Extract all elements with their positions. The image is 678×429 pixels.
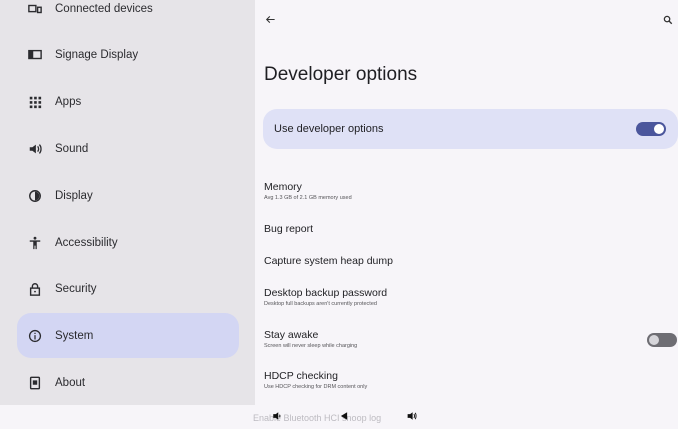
setting-desktop-backup-password[interactable]: Desktop backup password Desktop full bac…: [264, 287, 644, 307]
lock-icon: [27, 281, 43, 297]
sidebar-item-signage-display[interactable]: Signage Display: [17, 32, 239, 77]
sidebar-item-label: Display: [55, 189, 93, 202]
back-button[interactable]: [261, 12, 279, 30]
setting-title: Capture system heap dump: [264, 255, 393, 267]
setting-bug-report[interactable]: Bug report: [264, 223, 644, 235]
volume-down-icon: [272, 408, 282, 426]
setting-summary: Use HDCP checking for DRM content only: [264, 384, 368, 390]
devices-icon: [27, 1, 43, 17]
settings-sidebar: Connected devices Signage Display Apps S…: [0, 0, 255, 405]
sidebar-item-sound[interactable]: Sound: [17, 126, 239, 171]
setting-summary: Desktop full backups aren't currently pr…: [264, 301, 377, 307]
sidebar-item-system[interactable]: System: [17, 313, 239, 358]
switch-knob: [654, 124, 664, 134]
developer-options-panel: Developer options Use developer options …: [255, 0, 678, 405]
setting-title: Stay awake: [264, 329, 319, 341]
sidebar-item-apps[interactable]: Apps: [17, 79, 239, 124]
display-monitor-icon: [27, 47, 43, 63]
setting-capture-heap-dump[interactable]: Capture system heap dump: [264, 255, 644, 267]
sidebar-item-label: Accessibility: [55, 236, 118, 249]
page-title: Developer options: [264, 64, 418, 85]
switch-knob: [649, 335, 659, 345]
sidebar-item-label: About: [55, 376, 86, 389]
setting-title: HDCP checking: [264, 370, 338, 382]
volume-down-button[interactable]: [272, 412, 282, 422]
sidebar-item-label: Signage Display: [55, 48, 139, 61]
back-triangle-icon: [339, 408, 349, 426]
arrow-left-icon: [265, 12, 276, 30]
setting-title: Bug report: [264, 223, 314, 235]
tablet-icon: [27, 375, 43, 391]
search-icon: [663, 12, 673, 30]
setting-stay-awake[interactable]: Stay awake Screen will never sleep while…: [264, 329, 644, 349]
info-icon: [27, 328, 43, 344]
sidebar-item-display[interactable]: Display: [17, 173, 239, 218]
sidebar-item-label: Apps: [55, 95, 82, 108]
developer-options-switch[interactable]: [636, 122, 666, 136]
volume-up-icon: [407, 408, 417, 426]
sidebar-item-label: Connected devices: [55, 2, 153, 15]
setting-title: Memory: [264, 181, 302, 193]
system-navigation-bar: Enable Bluetooth HCI snoop log: [0, 405, 678, 429]
brightness-icon: [27, 188, 43, 204]
back-nav-button[interactable]: [339, 412, 349, 422]
sidebar-item-connected-devices[interactable]: Connected devices: [17, 0, 239, 31]
setting-title: Desktop backup password: [264, 287, 388, 299]
sidebar-item-security[interactable]: Security: [17, 266, 239, 311]
setting-hdcp-checking[interactable]: HDCP checking Use HDCP checking for DRM …: [264, 370, 644, 390]
sidebar-item-about[interactable]: About: [17, 360, 239, 405]
accessibility-icon: [27, 235, 43, 251]
stay-awake-switch[interactable]: [647, 333, 677, 347]
volume-up-button[interactable]: [407, 412, 417, 422]
sidebar-item-accessibility[interactable]: Accessibility: [17, 220, 239, 265]
apps-grid-icon: [27, 94, 43, 110]
setting-summary: Screen will never sleep while charging: [264, 343, 358, 349]
setting-memory[interactable]: Memory Avg 1.3 GB of 2.1 GB memory used: [264, 181, 644, 201]
master-toggle-label: Use developer options: [274, 123, 384, 135]
sidebar-item-label: Security: [55, 282, 97, 295]
setting-summary: Avg 1.3 GB of 2.1 GB memory used: [264, 195, 352, 201]
speaker-icon: [27, 141, 43, 157]
sidebar-item-label: System: [55, 329, 94, 342]
use-developer-options-row[interactable]: Use developer options: [263, 109, 678, 149]
search-button[interactable]: [659, 12, 677, 30]
sidebar-item-label: Sound: [55, 142, 89, 155]
